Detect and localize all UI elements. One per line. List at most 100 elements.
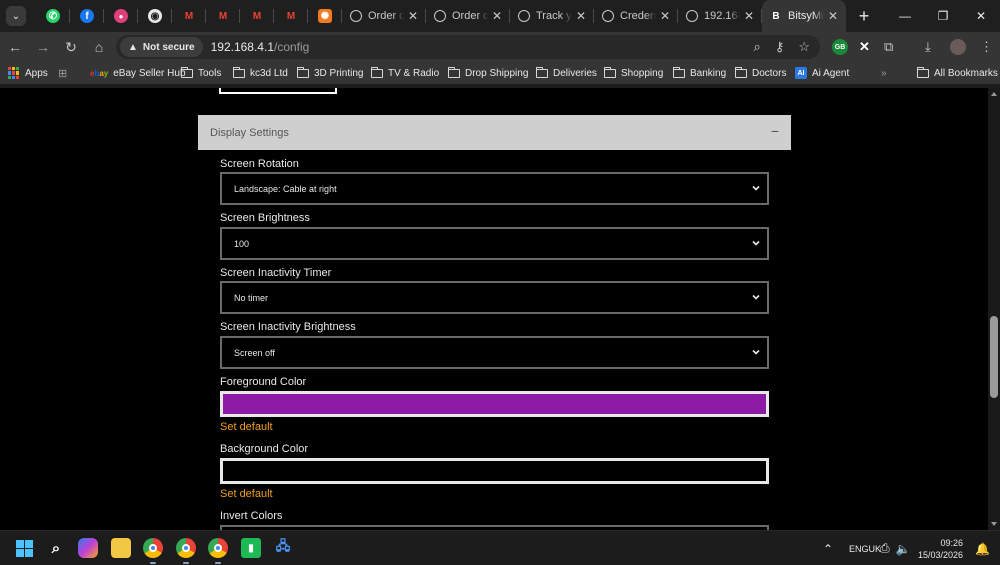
pinned-tab-gmail-2[interactable]: M xyxy=(206,0,240,32)
bookmark-kc3d[interactable]: kc3d Ltd xyxy=(233,62,288,84)
pinned-tab-gmail-4[interactable]: M xyxy=(274,0,308,32)
notifications-button[interactable]: 🔔 xyxy=(975,531,990,565)
tray-overflow-button[interactable]: ⌃ xyxy=(823,531,833,565)
address-bar[interactable]: ▲ Not secure 192.168.4.1/config ⌕ ⚷ ☆ xyxy=(116,35,820,59)
active-indicator xyxy=(183,562,189,564)
close-icon[interactable]: ✕ xyxy=(492,9,502,23)
extension-x-button[interactable]: ✕ xyxy=(859,32,870,62)
taskbar-search-button[interactable]: ⌕ xyxy=(46,538,66,558)
bookmark-3d-printing[interactable]: 3D Printing xyxy=(297,62,363,84)
url-text[interactable]: 192.168.4.1/config xyxy=(211,40,310,54)
home-button[interactable]: ⌂ xyxy=(86,34,112,60)
gmail-icon: M xyxy=(286,10,296,22)
pinned-tab-github[interactable]: ◉ xyxy=(138,0,172,32)
background-color-picker[interactable] xyxy=(220,458,769,484)
facebook-icon: f xyxy=(80,9,94,23)
tab-credentials[interactable]: Credent ✕ xyxy=(594,0,678,32)
close-icon[interactable]: ✕ xyxy=(408,9,418,23)
close-icon[interactable]: ✕ xyxy=(744,9,754,23)
close-icon[interactable]: ✕ xyxy=(660,9,670,23)
previous-field-box[interactable] xyxy=(219,88,337,94)
all-bookmarks[interactable]: All Bookmarks xyxy=(917,62,998,84)
new-tab-button[interactable]: + xyxy=(850,2,878,30)
tab-order-details-2[interactable]: Order de ✕ xyxy=(426,0,510,32)
chrome-taskbar-1[interactable] xyxy=(143,538,163,558)
bookmark-apps[interactable]: Apps xyxy=(8,62,48,84)
bookmark-tools[interactable]: Tools xyxy=(181,62,221,84)
bookmark-star-icon[interactable]: ☆ xyxy=(798,39,810,55)
browser-menu-button[interactable]: ⋮ xyxy=(980,32,993,62)
bookmark-tv-radio[interactable]: TV & Radio xyxy=(371,62,439,84)
gmail-icon: M xyxy=(252,10,262,22)
globe-icon xyxy=(602,10,614,22)
globe-icon xyxy=(518,10,530,22)
tab-ip-address[interactable]: 192.168. ✕ xyxy=(678,0,762,32)
pinned-tab-gmail-1[interactable]: M xyxy=(172,0,206,32)
security-chip[interactable]: ▲ Not secure xyxy=(120,37,203,57)
screen-rotation-select[interactable]: Landscape: Cable at right xyxy=(220,172,769,205)
bookmark-shopping[interactable]: Shopping xyxy=(604,62,663,84)
bookmark-banking[interactable]: Banking xyxy=(673,62,726,84)
zoom-icon[interactable]: ⌕ xyxy=(754,39,761,55)
scroll-up-arrow-icon[interactable] xyxy=(991,92,997,96)
clock[interactable]: 09:26 15/03/2026 xyxy=(918,531,963,565)
inactivity-brightness-select[interactable]: Screen off xyxy=(220,336,769,369)
pinned-tab-whatsapp[interactable]: ✆ xyxy=(36,0,70,32)
collapse-icon[interactable]: − xyxy=(771,123,779,139)
arrow-right-icon: → xyxy=(36,39,50,55)
system-tray-icons[interactable]: ⎙ 🔈 xyxy=(880,531,911,565)
forward-button[interactable]: → xyxy=(30,34,56,60)
tab-search-button[interactable]: ⌄ xyxy=(6,6,26,26)
folder-icon xyxy=(448,66,460,78)
scrollbar-thumb[interactable] xyxy=(990,316,998,398)
foreground-color-picker[interactable] xyxy=(220,391,769,417)
chrome-taskbar-3[interactable] xyxy=(208,538,228,558)
bookmarks-overflow-button[interactable]: » xyxy=(881,62,887,84)
pinned-tab-facebook[interactable]: f xyxy=(70,0,104,32)
select-value: Landscape: Cable at right xyxy=(234,183,337,194)
network-tool-button[interactable]: 🖧 xyxy=(273,538,293,558)
inactivity-timer-select[interactable]: No timer xyxy=(220,281,769,314)
password-key-icon[interactable]: ⚷ xyxy=(775,39,785,55)
page-scrollbar[interactable] xyxy=(988,88,1000,530)
start-button[interactable] xyxy=(14,538,34,558)
close-window-button[interactable]: ✕ xyxy=(962,0,1000,32)
screen-brightness-label: Screen Brightness xyxy=(220,212,310,224)
bookmark-ebay[interactable]: ebay eBay Seller Hub xyxy=(90,62,186,84)
pinned-tab-grafana[interactable]: ✺ xyxy=(308,0,342,32)
bookmark-label: Ai Agent xyxy=(812,67,850,79)
chrome-taskbar-2[interactable] xyxy=(176,538,196,558)
app-taskbar-button[interactable]: ▮ xyxy=(241,538,261,558)
extension-profile-badge[interactable]: GB xyxy=(832,32,848,62)
tab-groups-button[interactable]: ⊞ xyxy=(58,62,67,84)
bookmark-doctors[interactable]: Doctors xyxy=(735,62,786,84)
file-explorer-button[interactable] xyxy=(111,538,131,558)
pinned-tab-gmail-3[interactable]: M xyxy=(240,0,274,32)
extensions-button[interactable]: ⧉ xyxy=(884,32,893,62)
minimize-button[interactable]: — xyxy=(886,0,924,32)
select-value: No timer xyxy=(234,292,269,303)
pinned-tab-app[interactable]: ● xyxy=(104,0,138,32)
bookmark-ai-agent[interactable]: AI Ai Agent xyxy=(795,62,849,84)
foreground-set-default-link[interactable]: Set default xyxy=(220,421,273,433)
back-button[interactable]: ← xyxy=(2,34,28,60)
restore-button[interactable]: ❐ xyxy=(924,0,962,32)
downloads-button[interactable]: ⤓ xyxy=(925,32,931,62)
language-code: ENG xyxy=(849,543,869,554)
tab-bitsymin[interactable]: B BitsyMin ✕ xyxy=(762,0,846,32)
screen-brightness-select[interactable]: 100 xyxy=(220,227,769,260)
bookmark-drop-shipping[interactable]: Drop Shipping xyxy=(448,62,528,84)
section-title: Display Settings xyxy=(210,126,289,139)
display-settings-header[interactable]: Display Settings − xyxy=(198,115,791,150)
background-set-default-link[interactable]: Set default xyxy=(220,488,273,500)
tab-track[interactable]: Track yo ✕ xyxy=(510,0,594,32)
profile-avatar[interactable] xyxy=(950,32,966,62)
tab-order-details-1[interactable]: Order de ✕ xyxy=(342,0,426,32)
close-icon[interactable]: ✕ xyxy=(828,9,838,23)
bookmark-deliveries[interactable]: Deliveries xyxy=(536,62,597,84)
copilot-button[interactable] xyxy=(78,538,98,558)
language-indicator[interactable]: ENG UK xyxy=(849,531,881,565)
close-icon[interactable]: ✕ xyxy=(576,9,586,23)
scroll-down-arrow-icon[interactable] xyxy=(991,522,997,526)
reload-button[interactable]: ↻ xyxy=(58,34,84,60)
